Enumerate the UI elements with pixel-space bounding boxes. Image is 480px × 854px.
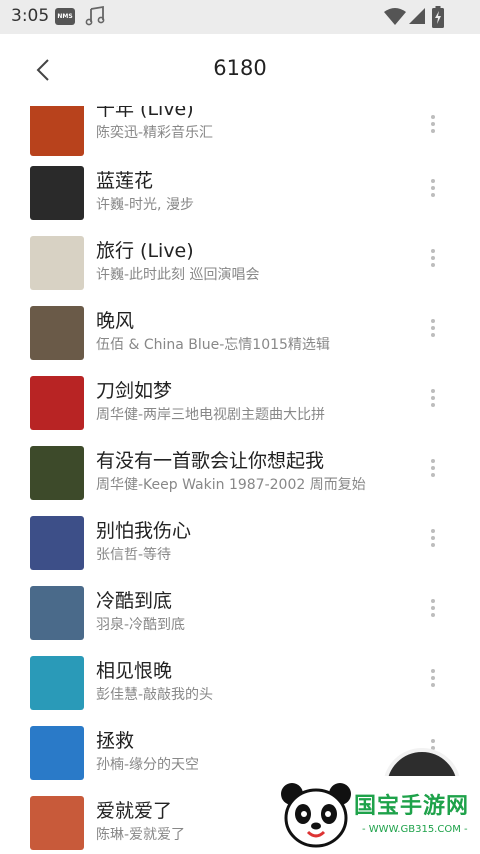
song-row[interactable]: 旅行 (Live) 许巍-此时此刻 巡回演唱会 — [0, 236, 480, 306]
album-cover — [30, 166, 84, 220]
song-title: 有没有一首歌会让你想起我 — [96, 450, 325, 472]
more-options-button[interactable] — [422, 112, 444, 146]
song-row[interactable]: 冷酷到底 羽泉-冷酷到底 — [0, 586, 480, 656]
more-options-button[interactable] — [422, 526, 444, 560]
song-row[interactable]: 别怕我伤心 张信哲-等待 — [0, 516, 480, 586]
more-options-button[interactable] — [422, 456, 444, 490]
song-subtitle: 孙楠-缘分的天空 — [96, 757, 200, 773]
song-row[interactable]: 晚风 伍佰 & China Blue-忘情1015精选辑 — [0, 306, 480, 376]
app-header: 6180 — [0, 34, 480, 106]
more-options-button[interactable] — [422, 316, 444, 350]
battery-charging-icon — [432, 6, 444, 32]
more-options-button[interactable] — [422, 386, 444, 420]
song-row[interactable]: 有没有一首歌会让你想起我 周华健-Keep Wakin 1987-2002 周而… — [0, 446, 480, 516]
album-cover — [30, 586, 84, 640]
song-subtitle: 张信哲-等待 — [96, 547, 172, 563]
song-title: 晚风 — [96, 310, 135, 332]
status-time: 3:05 — [11, 6, 50, 26]
more-options-button[interactable] — [422, 666, 444, 700]
more-options-button[interactable] — [422, 596, 444, 630]
song-subtitle: 周华健-两岸三地电视剧主题曲大比拼 — [96, 407, 326, 423]
watermark-text: 国宝手游网 — [354, 794, 470, 819]
song-subtitle: 伍佰 & China Blue-忘情1015精选辑 — [96, 337, 330, 353]
album-cover — [30, 236, 84, 290]
song-list[interactable]: 千年 (Live) 陈奕迅-精彩音乐汇 蓝莲花 许巍-时光, 漫步 旅行 (Li… — [0, 106, 480, 854]
music-note-icon — [84, 5, 106, 31]
watermark-logo: 国宝手游网 - WWW.GB315.COM - — [270, 776, 480, 854]
song-subtitle: 许巍-此时此刻 巡回演唱会 — [96, 267, 260, 283]
song-subtitle: 彭佳慧-敲敲我的头 — [96, 687, 214, 703]
signal-icon — [408, 7, 426, 29]
album-cover — [30, 796, 84, 850]
song-title: 蓝莲花 — [96, 170, 154, 192]
song-row[interactable]: 千年 (Live) 陈奕迅-精彩音乐汇 — [0, 106, 480, 172]
album-cover — [30, 516, 84, 570]
song-title: 别怕我伤心 — [96, 520, 192, 542]
song-subtitle: 羽泉-冷酷到底 — [96, 617, 186, 633]
more-options-button[interactable] — [422, 176, 444, 210]
song-subtitle: 陈奕迅-精彩音乐汇 — [96, 125, 214, 141]
song-row[interactable]: 刀剑如梦 周华健-两岸三地电视剧主题曲大比拼 — [0, 376, 480, 446]
song-subtitle: 陈琳-爱就爱了 — [96, 827, 186, 843]
song-title: 旅行 (Live) — [96, 240, 194, 262]
nms-badge-icon: NMS — [55, 8, 75, 25]
song-title: 刀剑如梦 — [96, 380, 173, 402]
song-title: 爱就爱了 — [96, 800, 173, 822]
page-title: 6180 — [213, 56, 267, 80]
song-title: 冷酷到底 — [96, 590, 173, 612]
more-options-button[interactable] — [422, 246, 444, 280]
wifi-icon — [384, 8, 406, 30]
song-subtitle: 周华健-Keep Wakin 1987-2002 周而复始 — [96, 477, 366, 493]
song-row[interactable]: 蓝莲花 许巍-时光, 漫步 — [0, 166, 480, 236]
panda-icon — [281, 783, 351, 848]
song-row[interactable]: 相见恨晚 彭佳慧-敲敲我的头 — [0, 656, 480, 726]
song-title: 拯救 — [96, 730, 135, 752]
album-cover — [30, 446, 84, 500]
album-cover — [30, 376, 84, 430]
watermark-url: - WWW.GB315.COM - — [362, 824, 468, 835]
album-cover — [30, 106, 84, 156]
song-title: 千年 (Live) — [96, 106, 194, 120]
song-subtitle: 许巍-时光, 漫步 — [96, 197, 194, 213]
album-cover — [30, 726, 84, 780]
song-title: 相见恨晚 — [96, 660, 173, 682]
album-cover — [30, 656, 84, 710]
album-cover — [30, 306, 84, 360]
status-bar: 3:05 NMS — [0, 0, 480, 34]
